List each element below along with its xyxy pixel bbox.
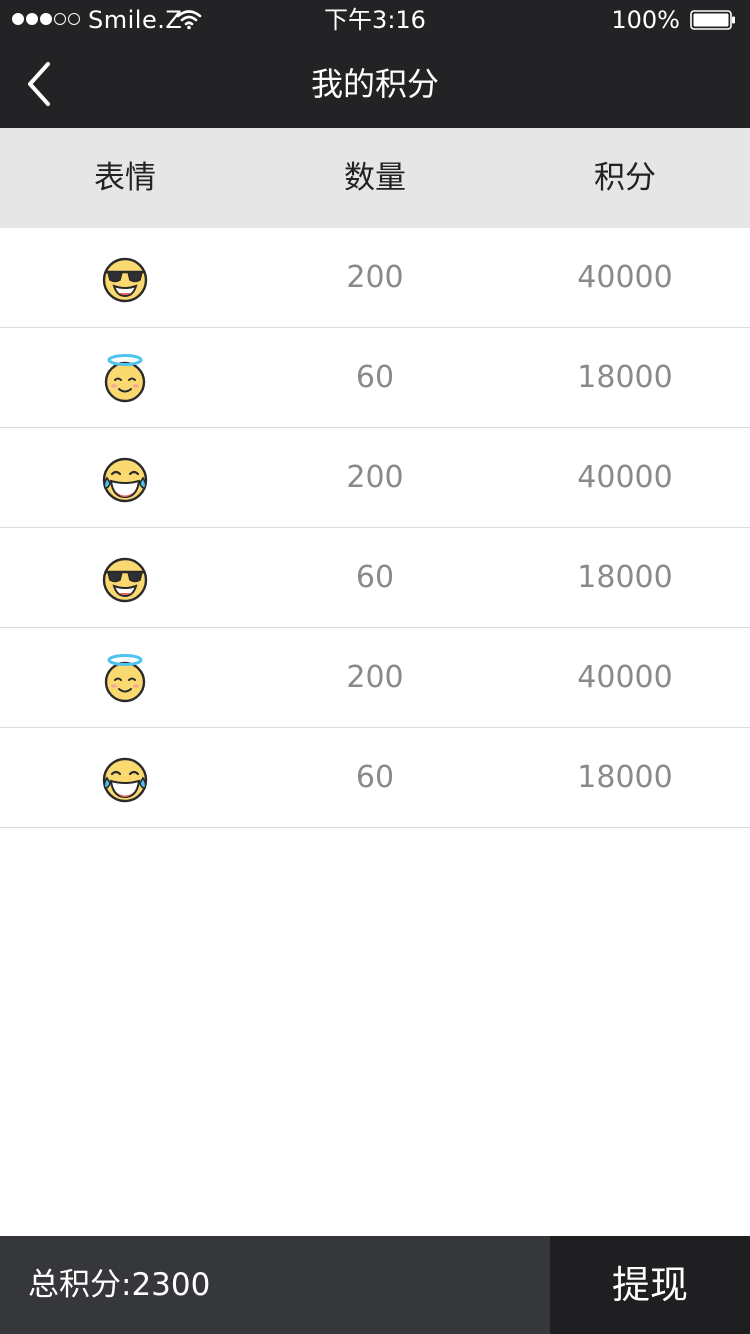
total-points-label: 总积分:2300 xyxy=(0,1236,550,1334)
withdraw-button[interactable]: 提现 xyxy=(550,1236,750,1334)
table-header: 表情 数量 积分 xyxy=(0,128,750,228)
column-header-count: 数量 xyxy=(344,160,406,196)
bottom-bar: 总积分:2300 提现 xyxy=(0,1236,750,1334)
table-row: 60 18000 xyxy=(0,728,750,828)
points-cell: 18000 xyxy=(577,360,673,395)
table-row: 60 18000 xyxy=(0,528,750,628)
page-title: 我的积分 xyxy=(310,65,439,103)
points-cell: 40000 xyxy=(577,260,673,295)
navigation-bar: 我的积分 xyxy=(0,40,750,128)
count-cell: 60 xyxy=(355,560,395,595)
emoji-cell xyxy=(0,228,250,327)
chevron-left-icon[interactable] xyxy=(18,58,66,110)
top-bar: Smile.Z 下午3:16 100% 我的积分 xyxy=(0,0,750,128)
sunglasses-face-icon xyxy=(102,557,148,602)
points-cell: 18000 xyxy=(577,760,673,795)
count-cell: 60 xyxy=(355,760,395,795)
points-cell: 40000 xyxy=(577,660,673,695)
battery-percentage: 100% xyxy=(611,6,680,34)
points-table-body: 200 40000 60 18000 200 40000 60 18000 20… xyxy=(0,228,750,828)
tears-of-joy-face-icon xyxy=(102,457,148,502)
table-row: 60 18000 xyxy=(0,328,750,428)
count-cell: 200 xyxy=(346,260,404,295)
count-cell: 60 xyxy=(355,360,395,395)
table-row: 200 40000 xyxy=(0,428,750,528)
battery-icon xyxy=(690,10,735,30)
emoji-cell xyxy=(0,728,250,827)
points-cell: 40000 xyxy=(577,460,673,495)
emoji-cell xyxy=(0,428,250,527)
points-screen: Smile.Z 下午3:16 100% 我的积分 表情 数量 积分 200 40… xyxy=(0,0,750,1334)
count-cell: 200 xyxy=(346,460,404,495)
emoji-cell xyxy=(0,328,250,427)
table-row: 200 40000 xyxy=(0,228,750,328)
halo-face-icon xyxy=(104,353,146,402)
status-bar: Smile.Z 下午3:16 100% xyxy=(0,0,750,40)
count-cell: 200 xyxy=(346,660,404,695)
table-row: 200 40000 xyxy=(0,628,750,728)
column-header-emoji: 表情 xyxy=(94,160,156,196)
emoji-cell xyxy=(0,528,250,627)
column-header-points: 积分 xyxy=(594,160,656,196)
sunglasses-face-icon xyxy=(102,257,148,302)
emoji-cell xyxy=(0,628,250,727)
points-cell: 18000 xyxy=(577,560,673,595)
tears-of-joy-face-icon xyxy=(102,757,148,802)
halo-face-icon xyxy=(104,653,146,702)
